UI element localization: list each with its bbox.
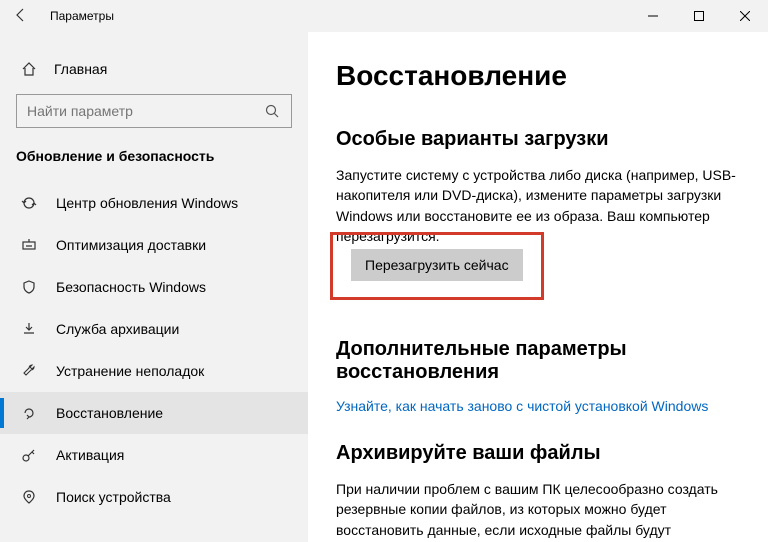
back-button[interactable] — [0, 7, 42, 26]
recovery-icon — [20, 404, 38, 422]
shield-icon — [20, 278, 38, 296]
highlight-annotation: Перезагрузить сейчас — [330, 232, 544, 300]
key-icon — [20, 446, 38, 464]
backup-icon — [20, 320, 38, 338]
minimize-button[interactable] — [630, 0, 676, 32]
sidebar-item-windows-security[interactable]: Безопасность Windows — [0, 266, 308, 308]
maximize-button[interactable] — [676, 0, 722, 32]
sidebar-item-backup[interactable]: Служба архивации — [0, 308, 308, 350]
titlebar: Параметры — [0, 0, 768, 32]
sidebar-item-label: Поиск устройства — [56, 489, 171, 505]
sidebar-home[interactable]: Главная — [0, 52, 308, 94]
sidebar-item-label: Служба архивации — [56, 321, 179, 337]
section-backup-files: Архивируйте ваши файлы При наличии пробл… — [336, 442, 740, 542]
sidebar-item-windows-update[interactable]: Центр обновления Windows — [0, 182, 308, 224]
delivery-icon — [20, 236, 38, 254]
search-input-wrap[interactable] — [16, 94, 292, 128]
section-more-recovery: Дополнительные параметры восстановления … — [336, 338, 740, 414]
sidebar-category: Обновление и безопасность — [0, 148, 308, 182]
sidebar-item-label: Восстановление — [56, 405, 163, 421]
close-button[interactable] — [722, 0, 768, 32]
sidebar-home-label: Главная — [54, 61, 107, 77]
window-title: Параметры — [42, 9, 114, 23]
sidebar-item-label: Активация — [56, 447, 124, 463]
sidebar-item-delivery-optimization[interactable]: Оптимизация доставки — [0, 224, 308, 266]
section-heading: Особые варианты загрузки — [336, 128, 740, 151]
page-title: Восстановление — [336, 60, 740, 92]
wrench-icon — [20, 362, 38, 380]
search-input[interactable] — [27, 103, 263, 119]
sidebar-item-label: Безопасность Windows — [56, 279, 206, 295]
sidebar-item-find-device[interactable]: Поиск устройства — [0, 476, 308, 518]
sidebar: Главная Обновление и безопасность Центр … — [0, 32, 308, 542]
section-description: При наличии проблем с вашим ПК целесообр… — [336, 479, 736, 542]
location-icon — [20, 488, 38, 506]
sidebar-item-label: Центр обновления Windows — [56, 195, 238, 211]
home-icon — [20, 60, 38, 78]
sync-icon — [20, 194, 38, 212]
main-content: Восстановление Особые варианты загрузки … — [308, 32, 768, 542]
sidebar-item-recovery[interactable]: Восстановление — [0, 392, 308, 434]
restart-now-button[interactable]: Перезагрузить сейчас — [351, 249, 523, 281]
section-heading: Архивируйте ваши файлы — [336, 442, 740, 465]
sidebar-item-troubleshoot[interactable]: Устранение неполадок — [0, 350, 308, 392]
fresh-start-link[interactable]: Узнайте, как начать заново с чистой уста… — [336, 398, 740, 414]
section-advanced-startup: Особые варианты загрузки Запустите систе… — [336, 128, 740, 328]
sidebar-item-activation[interactable]: Активация — [0, 434, 308, 476]
sidebar-item-label: Оптимизация доставки — [56, 237, 206, 253]
search-icon — [263, 102, 281, 120]
sidebar-item-label: Устранение неполадок — [56, 363, 204, 379]
section-heading: Дополнительные параметры восстановления — [336, 338, 740, 384]
